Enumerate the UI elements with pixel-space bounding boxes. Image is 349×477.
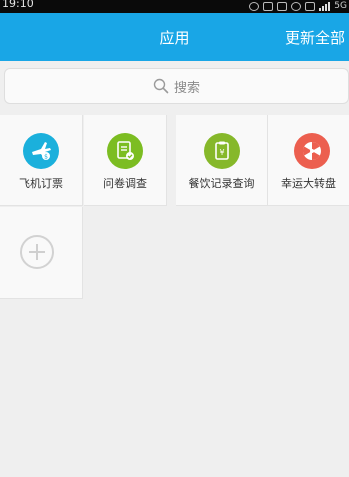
app-tile-survey[interactable]: 问卷调查	[84, 115, 167, 206]
image-icon	[277, 2, 288, 11]
notification-icon	[263, 2, 274, 11]
signal-icon	[319, 2, 331, 11]
search-bar: 搜索	[0, 61, 349, 113]
app-tile-lucky-wheel[interactable]: 幸运大转盘	[268, 115, 349, 206]
dining-record-icon: ¥	[204, 133, 240, 169]
lucky-wheel-icon	[294, 133, 330, 169]
app-tile-flight-booking[interactable]: $ 飞机订票	[0, 115, 83, 206]
search-icon	[153, 78, 169, 94]
app-label: 问卷调查	[103, 177, 147, 190]
svg-text:$: $	[44, 154, 48, 161]
survey-icon	[107, 133, 143, 169]
status-bar: 19:10 5G	[0, 0, 349, 13]
network-label: 5G	[334, 1, 347, 11]
add-app-tile[interactable]	[0, 207, 83, 299]
app-label: 飞机订票	[19, 177, 63, 190]
app-tile-dining-record[interactable]: ¥ 餐饮记录查询	[176, 115, 268, 206]
alarm-icon	[291, 2, 302, 11]
status-icons: 5G	[249, 0, 347, 13]
message-icon	[249, 2, 260, 11]
svg-text:¥: ¥	[219, 148, 224, 157]
search-placeholder: 搜索	[173, 80, 200, 96]
app-header: 应用 更新全部	[0, 13, 349, 61]
app-grid: $ 飞机订票 问卷调查 ¥ 餐饮记录查询 幸运大转盘	[0, 115, 349, 299]
add-icon	[20, 235, 54, 269]
app-label: 餐饮记录查询	[188, 177, 255, 190]
airplane-ticket-icon: $	[23, 133, 59, 169]
search-input[interactable]: 搜索	[4, 68, 349, 104]
status-time: 19:10	[2, 0, 34, 10]
update-all-button[interactable]: 更新全部	[285, 28, 345, 48]
vibrate-icon	[305, 2, 316, 11]
app-label: 幸运大转盘	[281, 177, 336, 190]
